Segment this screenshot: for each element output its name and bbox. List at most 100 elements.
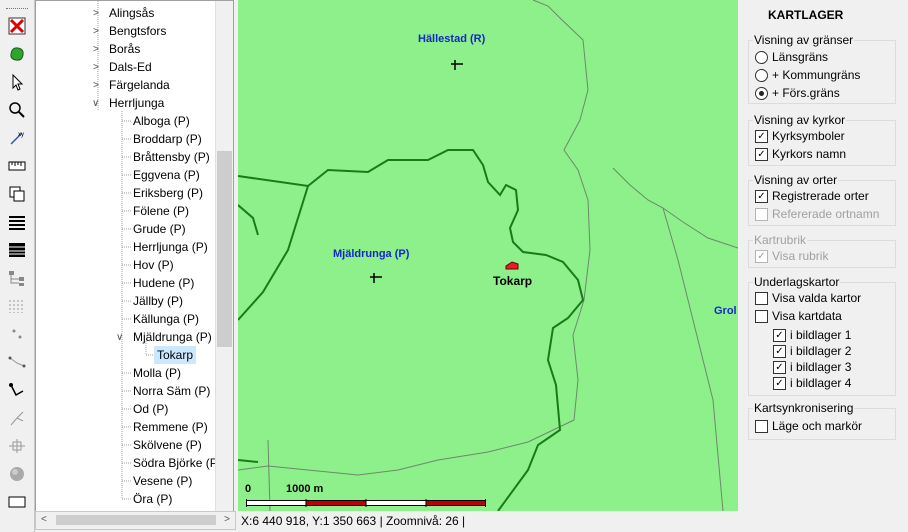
tree-item[interactable]: Öra (P) bbox=[133, 490, 172, 508]
radio-icon[interactable] bbox=[755, 86, 768, 100]
group-underlagskartor: Underlagskartor Visa valda kartor Visa k… bbox=[748, 275, 896, 396]
tree-item[interactable]: Remmene (P) bbox=[133, 418, 208, 436]
tree-item[interactable]: Eggvena (P) bbox=[133, 166, 200, 184]
tree-item[interactable]: Bengtsfors bbox=[109, 22, 166, 40]
checkbox-kyrkors-namn[interactable]: ✓ Kyrkors namn bbox=[755, 147, 846, 161]
checkbox-visa-valda-kartor[interactable]: Visa valda kartor bbox=[755, 291, 861, 305]
scrollbar-thumb[interactable] bbox=[217, 151, 232, 347]
line-tool-icon[interactable] bbox=[5, 352, 29, 372]
map-label-hallestad[interactable]: Hällestad (R) bbox=[418, 33, 485, 45]
map-label-tokarp[interactable]: Tokarp bbox=[493, 274, 532, 288]
checkbox-label: i bildlager 2 bbox=[790, 344, 852, 358]
map-label-grol[interactable]: Grol bbox=[714, 305, 737, 317]
layers-copy-icon[interactable] bbox=[5, 184, 29, 204]
tree-item[interactable]: Jällby (P) bbox=[133, 292, 183, 310]
close-red-x-icon[interactable] bbox=[5, 16, 29, 36]
collapse-chevron-icon[interactable]: ∨ bbox=[92, 98, 99, 109]
scroll-left-arrow-icon[interactable]: < bbox=[41, 514, 47, 525]
church-cross-icon[interactable] bbox=[369, 271, 383, 285]
tree-item[interactable]: Dals-Ed bbox=[109, 58, 152, 76]
tree-item[interactable]: Vesene (P) bbox=[133, 472, 192, 490]
tree-item[interactable]: Alboga (P) bbox=[133, 112, 190, 130]
expand-chevron-icon[interactable]: > bbox=[93, 44, 99, 55]
parish-tree[interactable]: > Alingsås > Bengtsfors > Borås > Dals-E… bbox=[35, 0, 234, 513]
tree-item-selected[interactable]: Tokarp bbox=[154, 346, 197, 364]
connect-tool-icon[interactable] bbox=[5, 380, 29, 400]
checkbox-kyrksymboler[interactable]: ✓ Kyrksymboler bbox=[755, 129, 845, 143]
tree-item[interactable]: Molla (P) bbox=[133, 364, 181, 382]
sphere-icon[interactable] bbox=[5, 464, 29, 484]
tree-vertical-scrollbar[interactable] bbox=[215, 1, 233, 511]
checkbox-refererade-ortnamn: Refererade ortnamn bbox=[755, 207, 879, 221]
tree-item[interactable]: Eriksberg (P) bbox=[133, 184, 203, 202]
scroll-right-arrow-icon[interactable]: > bbox=[224, 514, 230, 525]
tree-item[interactable]: Alingsås bbox=[109, 4, 154, 22]
tree-item-mjaldrunga[interactable]: Mjäldrunga (P) bbox=[133, 328, 212, 346]
checkbox-lage-och-markor[interactable]: Läge och markör bbox=[755, 419, 862, 433]
svg-text:xy: xy bbox=[18, 132, 24, 138]
scrollbar-thumb[interactable] bbox=[56, 515, 216, 525]
checkbox-bildlager-4[interactable]: ✓ i bildlager 4 bbox=[773, 376, 851, 390]
checkbox-icon[interactable] bbox=[755, 309, 768, 323]
expand-chevron-icon[interactable]: > bbox=[93, 26, 99, 37]
checkbox-bildlager-1[interactable]: ✓ i bildlager 1 bbox=[773, 328, 851, 342]
map-label-mjaldrunga[interactable]: Mjäldrunga (P) bbox=[333, 248, 409, 260]
check-icon[interactable]: ✓ bbox=[773, 328, 786, 342]
tree-item[interactable]: Borås bbox=[109, 40, 140, 58]
tree-item[interactable]: Färgelanda bbox=[109, 76, 170, 94]
zoom-icon[interactable] bbox=[5, 100, 29, 120]
tree-item[interactable]: Hov (P) bbox=[133, 256, 174, 274]
split-tool-icon[interactable] bbox=[5, 436, 29, 456]
expand-chevron-icon[interactable]: > bbox=[93, 62, 99, 73]
tree-item-herrljunga[interactable]: Herrljunga bbox=[109, 94, 164, 112]
tree-item[interactable]: Skölvene (P) bbox=[133, 436, 202, 454]
list-icon[interactable] bbox=[5, 212, 29, 232]
settlement-house-icon[interactable] bbox=[504, 260, 520, 272]
tree-item[interactable]: Grude (P) bbox=[133, 220, 186, 238]
dotted-list-icon[interactable] bbox=[5, 296, 29, 316]
radio-forsgrans[interactable]: + Förs.gräns bbox=[755, 86, 840, 100]
church-cross-icon[interactable] bbox=[450, 58, 464, 72]
expand-chevron-icon[interactable]: > bbox=[93, 8, 99, 19]
tree-item[interactable]: Norra Säm (P) bbox=[133, 382, 210, 400]
check-icon[interactable]: ✓ bbox=[773, 360, 786, 374]
check-icon[interactable]: ✓ bbox=[773, 344, 786, 358]
checkbox-registrerade-orter[interactable]: ✓ Registrerade orter bbox=[755, 189, 869, 203]
coordinate-tool-icon[interactable]: xy bbox=[5, 128, 29, 148]
check-icon[interactable]: ✓ bbox=[755, 147, 768, 161]
expand-chevron-icon[interactable]: > bbox=[93, 80, 99, 91]
ruler-icon[interactable] bbox=[5, 156, 29, 176]
tree-horizontal-scrollbar[interactable]: < > bbox=[35, 511, 236, 530]
radio-icon[interactable] bbox=[755, 50, 768, 64]
tree-icon[interactable] bbox=[5, 268, 29, 288]
cursor-icon[interactable] bbox=[5, 72, 29, 92]
tree-item[interactable]: Bråttensby (P) bbox=[133, 148, 210, 166]
tree-item[interactable]: Södra Björke (P) bbox=[133, 454, 222, 472]
checkbox-visa-kartdata[interactable]: Visa kartdata bbox=[755, 309, 842, 323]
check-icon[interactable]: ✓ bbox=[755, 189, 768, 203]
leaf-icon[interactable] bbox=[5, 44, 29, 64]
checkbox-bildlager-3[interactable]: ✓ i bildlager 3 bbox=[773, 360, 851, 374]
checkbox-bildlager-2[interactable]: ✓ i bildlager 2 bbox=[773, 344, 851, 358]
collapse-chevron-icon[interactable]: ∨ bbox=[116, 332, 123, 343]
checkbox-icon[interactable] bbox=[755, 419, 768, 433]
check-icon[interactable]: ✓ bbox=[755, 129, 768, 143]
radio-icon[interactable] bbox=[755, 68, 768, 82]
tree-item[interactable]: Källunga (P) bbox=[133, 310, 199, 328]
branch-tool-icon[interactable] bbox=[5, 408, 29, 428]
rectangle-icon[interactable] bbox=[5, 492, 29, 512]
map-canvas[interactable]: Hällestad (R) Mjäldrunga (P) Tokarp Grol… bbox=[238, 0, 738, 511]
tree-item[interactable]: Fölene (P) bbox=[133, 202, 189, 220]
tree-item[interactable]: Broddarp (P) bbox=[133, 130, 202, 148]
point-icon[interactable] bbox=[5, 324, 29, 344]
tree-item[interactable]: Hudene (P) bbox=[133, 274, 194, 292]
check-icon[interactable]: ✓ bbox=[773, 376, 786, 390]
checkbox-visa-rubrik: ✓ Visa rubrik bbox=[755, 249, 828, 263]
checkbox-icon[interactable] bbox=[755, 291, 768, 305]
table-icon[interactable] bbox=[5, 240, 29, 260]
radio-lansgrans[interactable]: Länsgräns bbox=[755, 50, 828, 64]
tree-item[interactable]: Od (P) bbox=[133, 400, 168, 418]
radio-kommungrans[interactable]: + Kommungräns bbox=[755, 68, 860, 82]
tree-item[interactable]: Herrljunga (P) bbox=[133, 238, 208, 256]
group-kartsynkronisering: Kartsynkronisering Läge och markör bbox=[748, 401, 896, 440]
